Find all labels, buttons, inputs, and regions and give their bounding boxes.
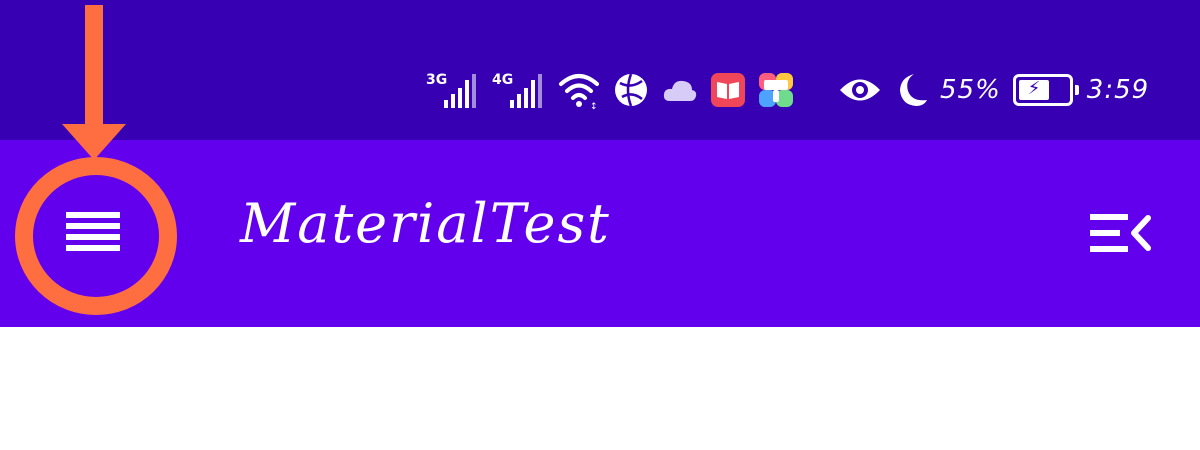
content-area [0,327,1200,450]
signal-3g-icon: 3G [426,70,480,110]
menu-collapse-icon[interactable] [1088,210,1152,256]
clock: 3:59 [1086,75,1150,105]
status-bar: 3G 4G ↕ 55% ⚡ 3:59 [0,0,1200,140]
cloud-icon [663,80,697,101]
svg-text:↕: ↕ [590,102,598,110]
app-title: MaterialTest [240,192,611,255]
app-screen: 3G 4G ↕ 55% ⚡ 3:59 MaterialTest [0,0,1200,450]
paint-app-icon [759,73,793,107]
eye-icon [840,79,880,101]
status-icons-left: 3G 4G ↕ [426,66,806,114]
toolbar: MaterialTest [0,140,1200,327]
signal-4g-icon: 4G [492,70,546,110]
book-app-icon [711,73,745,107]
moon-icon [900,74,927,106]
globe-icon [615,73,647,107]
status-icons-right: 55% ⚡ 3:59 [838,66,1149,114]
hamburger-menu-icon[interactable] [40,208,120,258]
battery-charging-icon: ⚡ [1012,74,1079,106]
wifi-icon: ↕ [559,74,599,110]
battery-percent: 55% [940,75,1001,105]
